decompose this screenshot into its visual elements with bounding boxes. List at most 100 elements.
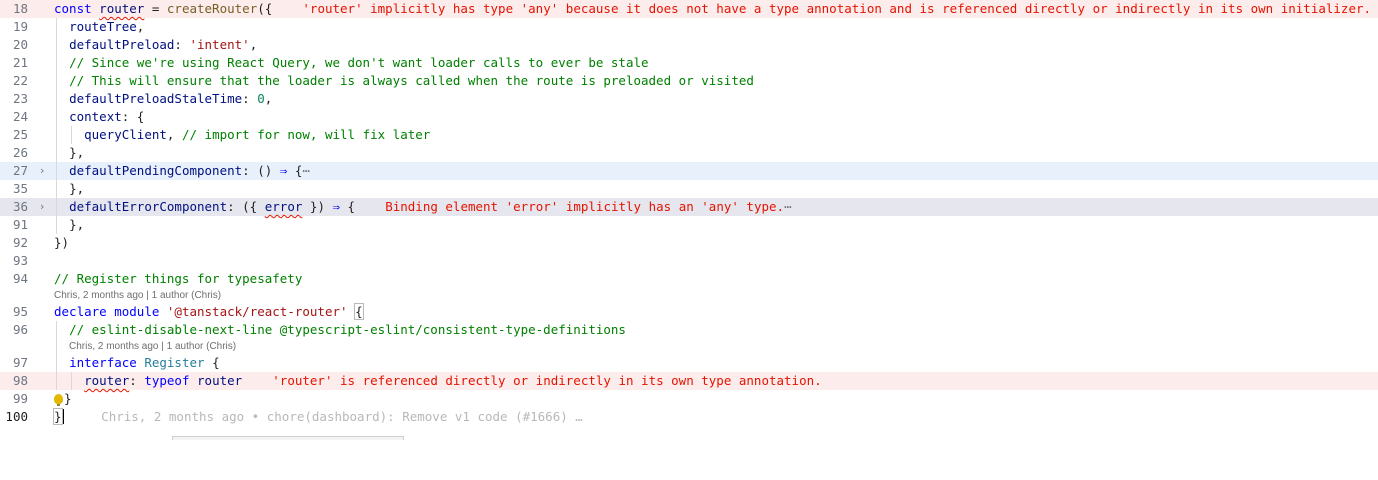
punctuation: :: [129, 373, 145, 388]
code-line-98[interactable]: 98 router: typeof router 'router' is ref…: [0, 372, 1378, 390]
line-number: 22: [12, 73, 28, 88]
line-number: 18: [12, 1, 28, 16]
identifier-error[interactable]: error: [265, 199, 303, 214]
code-line-27[interactable]: 27 › defaultPendingComponent: () ⇒ {⋯: [0, 162, 1378, 180]
collapsed-region-ellipsis[interactable]: ⋯: [784, 199, 792, 214]
comment: // Since we're using React Query, we don…: [69, 55, 649, 70]
identifier: queryClient: [84, 127, 167, 142]
identifier-error[interactable]: router: [84, 373, 129, 388]
code-line-99[interactable]: 99 }: [0, 390, 1378, 408]
code-line-92b[interactable]: 92 }): [0, 234, 1378, 252]
comment: // eslint-disable-next-line @typescript-…: [69, 322, 626, 337]
code-line-95[interactable]: 95 declare module '@tanstack/react-route…: [0, 303, 1378, 321]
punctuation: }): [54, 235, 70, 250]
fold-chevron-icon[interactable]: ›: [36, 198, 48, 216]
code-line-36[interactable]: 36 › defaultErrorComponent: ({ error }) …: [0, 198, 1378, 216]
punctuation: : (): [242, 163, 280, 178]
code-line-18[interactable]: 18 const router = createRouter({ 'router…: [0, 0, 1378, 18]
codelens-blame[interactable]: Chris, 2 months ago | 1 author (Chris): [54, 288, 221, 303]
keyword: interface: [69, 355, 137, 370]
punctuation: }: [64, 391, 72, 406]
comment: // import for now, will fix later: [181, 127, 431, 142]
punctuation: ({: [257, 1, 273, 16]
punctuation: :: [174, 37, 190, 52]
punctuation: : ({: [227, 199, 265, 214]
punctuation: },: [69, 181, 85, 196]
code-line-19[interactable]: 19 routeTree,: [0, 18, 1378, 36]
inline-git-blame[interactable]: Chris, 2 months ago • chore(dashboard): …: [101, 409, 583, 424]
line-number: 24: [12, 109, 28, 124]
codelens-row: Chris, 2 months ago | 1 author (Chris): [0, 288, 1378, 303]
identifier: defaultPreload: [69, 37, 175, 52]
line-number: 26: [12, 145, 28, 160]
bracket-match: {: [354, 303, 364, 320]
line-number: 20: [12, 37, 28, 52]
code-line-26[interactable]: 26 },: [0, 144, 1378, 162]
punctuation: },: [69, 145, 85, 160]
code-line-35[interactable]: 35 },: [0, 180, 1378, 198]
function-name: createRouter: [166, 1, 258, 16]
line-number: 36: [12, 199, 28, 214]
code-line-25[interactable]: 25 queryClient, // import for now, will …: [0, 126, 1378, 144]
code-line-94[interactable]: 94 // Register things for typesafety: [0, 270, 1378, 288]
code-line-20[interactable]: 20 defaultPreload: 'intent',: [0, 36, 1378, 54]
inline-error-message: Binding element 'error' implicitly has a…: [385, 199, 785, 214]
punctuation: {: [287, 163, 303, 178]
code-line-22[interactable]: 22 // This will ensure that the loader i…: [0, 72, 1378, 90]
comment: // Register things for typesafety: [54, 271, 303, 286]
comment: // This will ensure that the loader is a…: [69, 73, 754, 88]
code-line-24[interactable]: 24 context: {: [0, 108, 1378, 126]
line-number: 93: [12, 253, 28, 268]
identifier: router: [197, 373, 243, 388]
line-number: 19: [12, 19, 28, 34]
code-line-92[interactable]: 91 },: [0, 216, 1378, 234]
keyword: declare: [54, 304, 107, 319]
line-number: 91: [12, 217, 28, 232]
codelens-row: Chris, 2 months ago | 1 author (Chris): [0, 339, 1378, 354]
punctuation: ,: [264, 91, 273, 106]
line-number: 27: [12, 163, 28, 178]
number-literal: 0: [257, 91, 265, 106]
indent-guide: [56, 339, 57, 354]
lightbulb-icon[interactable]: [54, 394, 63, 406]
identifier: defaultErrorComponent: [69, 199, 228, 214]
codelens-blame[interactable]: Chris, 2 months ago | 1 author (Chris): [69, 339, 236, 354]
horizontal-scrollbar[interactable]: [172, 436, 404, 440]
punctuation: =: [144, 1, 167, 16]
line-number: 97: [12, 355, 28, 370]
code-line-21[interactable]: 21 // Since we're using React Query, we …: [0, 54, 1378, 72]
arrow-operator: ⇒: [332, 199, 341, 214]
punctuation: ,: [136, 19, 145, 34]
inline-error-message: 'router' is referenced directly or indir…: [272, 373, 822, 388]
line-number: 95: [12, 304, 28, 319]
code-line-100[interactable]: 100 } Chris, 2 months ago • chore(dashbo…: [0, 408, 1378, 426]
collapsed-region-ellipsis[interactable]: ⋯: [302, 163, 310, 178]
code-line-97[interactable]: 97 interface Register {: [0, 354, 1378, 372]
line-number: 94: [12, 271, 28, 286]
code-line-93[interactable]: 93: [0, 252, 1378, 270]
punctuation: }): [302, 199, 333, 214]
code-editor[interactable]: 18 const router = createRouter({ 'router…: [0, 0, 1378, 440]
line-number: 92: [12, 235, 28, 250]
code-line-96[interactable]: 96 // eslint-disable-next-line @typescri…: [0, 321, 1378, 339]
bracket-match: }: [53, 408, 63, 425]
line-number: 25: [12, 127, 28, 142]
identifier: defaultPreloadStaleTime: [69, 91, 243, 106]
punctuation: {: [340, 199, 356, 214]
punctuation: },: [69, 217, 85, 232]
line-number: 99: [12, 391, 28, 406]
fold-chevron-icon[interactable]: ›: [36, 162, 48, 180]
identifier-error[interactable]: router: [99, 1, 144, 16]
keyword: module: [114, 304, 160, 319]
punctuation: ,: [249, 37, 258, 52]
line-number: 100: [5, 409, 28, 424]
type-name: Register: [144, 355, 205, 370]
line-number: 23: [12, 91, 28, 106]
string-literal: 'intent': [189, 37, 250, 52]
string-literal: '@tanstack/react-router': [166, 304, 348, 319]
code-line-23[interactable]: 23 defaultPreloadStaleTime: 0,: [0, 90, 1378, 108]
punctuation: ,: [166, 127, 182, 142]
line-number: 21: [12, 55, 28, 70]
identifier: routeTree: [69, 19, 137, 34]
punctuation: : {: [121, 109, 145, 124]
